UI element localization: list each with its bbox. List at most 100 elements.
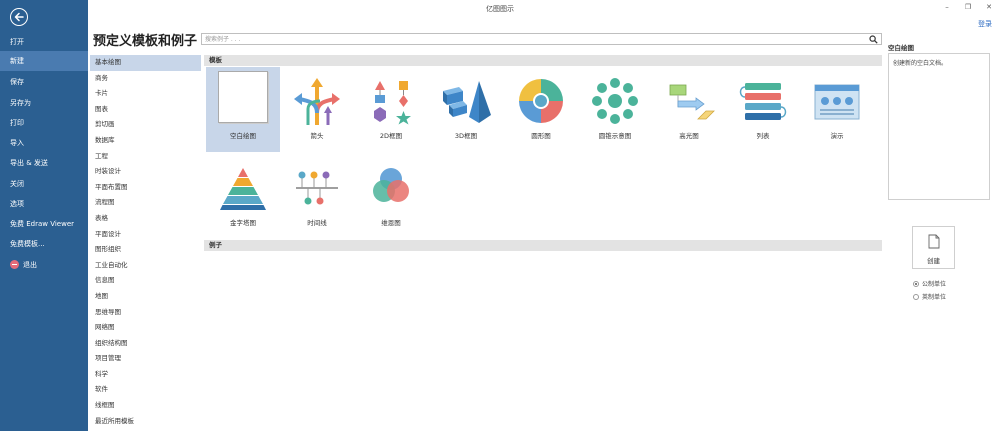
template-label: 演示 bbox=[830, 132, 844, 140]
search-input[interactable] bbox=[205, 35, 855, 44]
template-label: 高光图 bbox=[679, 132, 699, 140]
sidebar-item-new[interactable]: 新建 bbox=[0, 51, 88, 71]
template-label: 箭头 bbox=[310, 132, 324, 140]
template-description: 创建新的空白文档。 bbox=[893, 60, 948, 67]
cone-diagram-icon bbox=[592, 78, 638, 124]
category-item[interactable]: 基本绘图 bbox=[90, 55, 201, 71]
template-blank-drawing[interactable]: 空白绘图 bbox=[206, 67, 280, 152]
category-list: 基本绘图 商务 卡片 图表 剪切画 数据库 工程 时装设计 平面布置图 流程图 表格 平面设计 图形组织… bbox=[90, 55, 201, 429]
selected-template-title: 空白绘图 bbox=[888, 44, 914, 52]
category-item[interactable]: 科学 bbox=[90, 367, 201, 383]
category-item[interactable]: 思维导图 bbox=[90, 305, 201, 321]
category-item[interactable]: 平面设计 bbox=[90, 227, 201, 243]
radio-label: 公制单位 bbox=[922, 281, 947, 288]
templates-section-header: 模板 bbox=[204, 55, 882, 66]
category-item[interactable]: 图表 bbox=[90, 102, 201, 118]
template-highlight[interactable]: 高光图 bbox=[652, 67, 726, 152]
restore-button[interactable]: ❐ bbox=[962, 2, 974, 12]
template-label: 维恩图 bbox=[381, 219, 401, 227]
category-item[interactable]: 工业自动化 bbox=[90, 258, 201, 274]
pyramid-icon bbox=[220, 168, 266, 210]
category-item[interactable]: 平面布置图 bbox=[90, 180, 201, 196]
template-circle-diagram[interactable]: 圆形图 bbox=[504, 67, 578, 152]
category-item[interactable]: 卡片 bbox=[90, 86, 201, 102]
sidebar-item-close[interactable]: 关闭 bbox=[0, 174, 88, 194]
new-document-icon bbox=[928, 234, 940, 249]
window-title: 亿图图示 bbox=[486, 5, 514, 13]
blank-page-icon bbox=[218, 71, 268, 123]
page-title: 预定义模板和例子 bbox=[93, 34, 198, 49]
template-2d-block[interactable]: 2D框图 bbox=[354, 67, 428, 152]
create-button[interactable]: 创建 bbox=[912, 226, 955, 269]
sidebar-item-export-send[interactable]: 导出 & 发送 bbox=[0, 153, 88, 173]
template-list[interactable]: 列表 bbox=[726, 67, 800, 152]
category-item[interactable]: 剪切画 bbox=[90, 117, 201, 133]
sidebar-item-print[interactable]: 打印 bbox=[0, 113, 88, 133]
category-item[interactable]: 表格 bbox=[90, 211, 201, 227]
category-item[interactable]: 项目管理 bbox=[90, 351, 201, 367]
template-cone-diagram[interactable]: 圆锥示意图 bbox=[578, 67, 652, 152]
timeline-icon bbox=[296, 171, 338, 205]
category-item[interactable]: 图形组织 bbox=[90, 242, 201, 258]
create-label: 创建 bbox=[927, 257, 940, 265]
circle-diagram-icon bbox=[519, 79, 563, 123]
search-box bbox=[201, 33, 882, 45]
search-icon[interactable] bbox=[869, 35, 878, 44]
template-label: 2D框图 bbox=[379, 132, 403, 140]
category-item[interactable]: 时装设计 bbox=[90, 164, 201, 180]
login-link[interactable]: 登录 bbox=[978, 19, 992, 29]
3d-block-icon bbox=[443, 81, 491, 123]
sidebar-item-label: 退出 bbox=[23, 261, 37, 269]
arrows-icon bbox=[294, 78, 340, 125]
sidebar-item-edraw-viewer[interactable]: 免费 Edraw Viewer bbox=[0, 214, 88, 234]
template-label: 金字塔图 bbox=[230, 219, 256, 227]
category-item[interactable]: 流程图 bbox=[90, 195, 201, 211]
examples-section-header: 例子 bbox=[204, 240, 882, 251]
category-item[interactable]: 信息图 bbox=[90, 273, 201, 289]
venn-icon bbox=[373, 168, 409, 202]
sidebar-item-import[interactable]: 导入 bbox=[0, 133, 88, 153]
2d-block-icon bbox=[374, 81, 411, 125]
presentation-icon bbox=[814, 84, 860, 120]
backstage-sidebar: 打开 新建 保存 另存为 打印 导入 导出 & 发送 关闭 选项 免费 Edra… bbox=[0, 0, 88, 431]
category-item[interactable]: 组织结构图 bbox=[90, 336, 201, 352]
template-description-box: 创建新的空白文档。 bbox=[888, 53, 990, 200]
sidebar-item-save-as[interactable]: 另存为 bbox=[0, 93, 88, 113]
template-3d-block[interactable]: 3D框图 bbox=[429, 67, 503, 152]
category-item[interactable]: 商务 bbox=[90, 71, 201, 87]
category-item[interactable]: 线框图 bbox=[90, 398, 201, 414]
template-venn[interactable]: 维恩图 bbox=[354, 154, 428, 239]
template-label: 3D框图 bbox=[454, 132, 478, 140]
template-pyramid[interactable]: 金字塔图 bbox=[206, 154, 280, 239]
metric-units-radio[interactable]: 公制单位 bbox=[913, 279, 946, 288]
highlight-icon bbox=[669, 84, 715, 120]
imperial-units-radio[interactable]: 英制单位 bbox=[913, 292, 946, 301]
radio-label: 英制单位 bbox=[922, 294, 947, 301]
category-item[interactable]: 地图 bbox=[90, 289, 201, 305]
template-label: 空白绘图 bbox=[230, 132, 256, 140]
category-item[interactable]: 软件 bbox=[90, 382, 201, 398]
category-item[interactable]: 工程 bbox=[90, 149, 201, 165]
template-label: 圆锥示意图 bbox=[598, 132, 632, 140]
sidebar-item-exit[interactable]: 退出 bbox=[0, 255, 88, 275]
list-icon bbox=[739, 83, 787, 120]
category-item[interactable]: 最近所用模板 bbox=[90, 414, 201, 430]
sidebar-item-save[interactable]: 保存 bbox=[0, 72, 88, 92]
category-item[interactable]: 网络图 bbox=[90, 320, 201, 336]
template-label: 圆形图 bbox=[531, 132, 551, 140]
category-item[interactable]: 数据库 bbox=[90, 133, 201, 149]
template-label: 列表 bbox=[756, 132, 770, 140]
radio-unchecked-icon bbox=[913, 293, 919, 300]
template-label: 时间线 bbox=[307, 219, 327, 227]
sidebar-item-free-templates[interactable]: 免费模板... bbox=[0, 234, 88, 254]
sidebar-item-options[interactable]: 选项 bbox=[0, 194, 88, 214]
template-timeline[interactable]: 时间线 bbox=[280, 154, 354, 239]
template-arrows[interactable]: 箭头 bbox=[280, 67, 354, 152]
radio-checked-icon bbox=[913, 280, 919, 287]
close-button[interactable]: ✕ bbox=[983, 2, 995, 12]
back-icon[interactable] bbox=[10, 8, 28, 26]
sidebar-item-open[interactable]: 打开 bbox=[0, 32, 88, 52]
template-presentation[interactable]: 演示 bbox=[800, 67, 874, 152]
exit-icon bbox=[10, 259, 19, 269]
minimize-button[interactable]: – bbox=[941, 2, 953, 12]
